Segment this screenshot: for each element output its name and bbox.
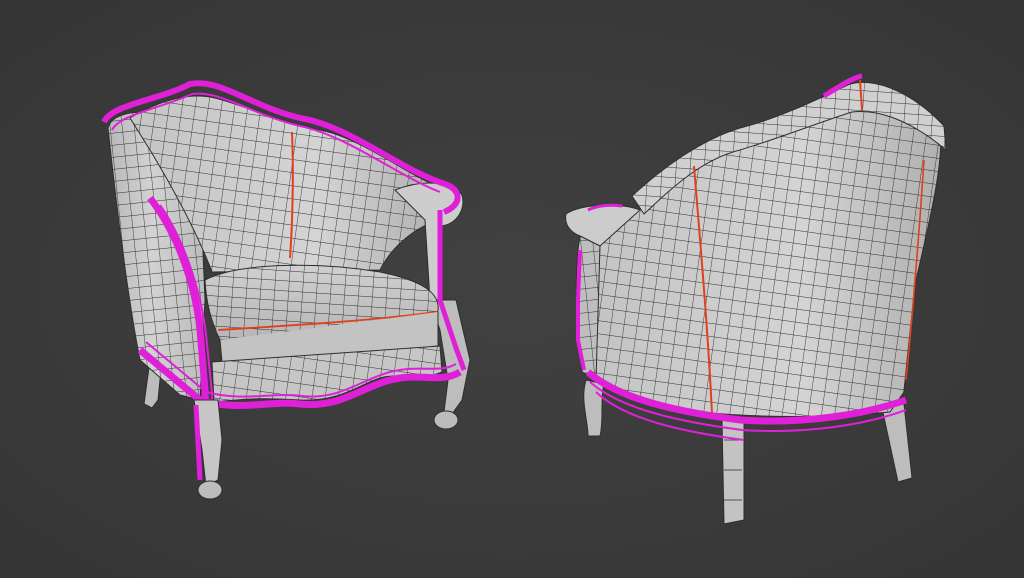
right-chair-left-leg [721, 419, 745, 525]
armchair-back[interactable] [565, 73, 947, 525]
scene-render [101, 73, 947, 525]
left-chair-front-foot [197, 480, 223, 500]
right-chair-front-leg [583, 379, 605, 437]
armchair-front[interactable] [101, 80, 471, 500]
3d-viewport[interactable] [0, 0, 1024, 578]
left-chair-right-foot [433, 410, 459, 430]
